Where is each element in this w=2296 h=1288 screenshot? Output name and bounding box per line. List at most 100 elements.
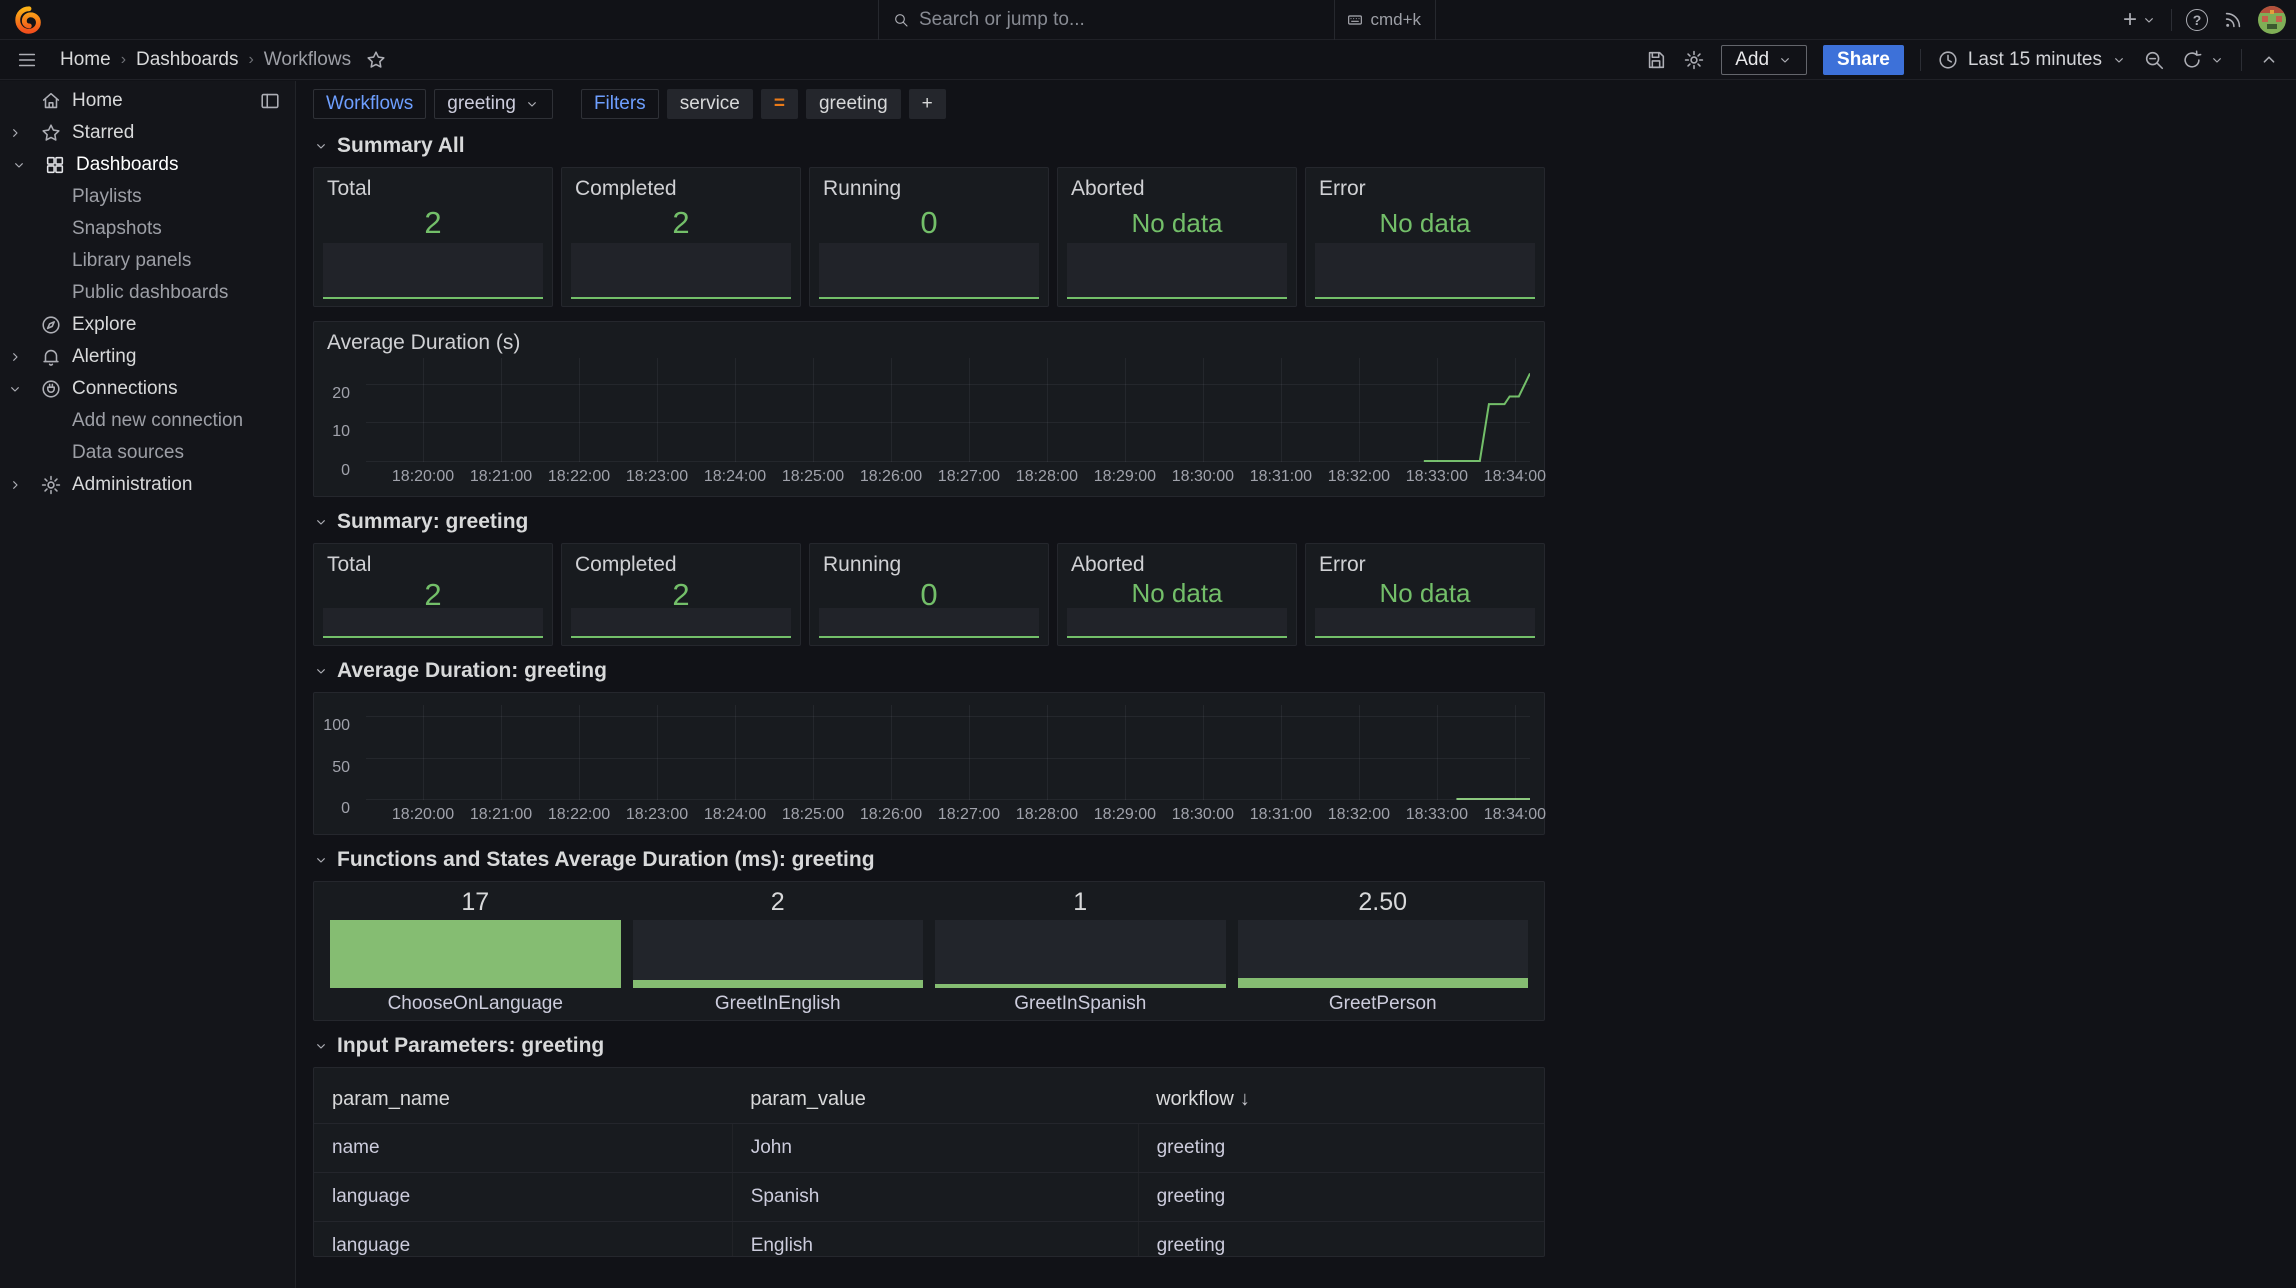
- column-header-param-name[interactable]: param_name: [314, 1076, 733, 1124]
- bar-fill: [330, 920, 621, 988]
- section-summary-all[interactable]: Summary All: [313, 133, 1545, 159]
- x-tick-label: 18:23:00: [625, 806, 689, 823]
- panel-title[interactable]: Total: [327, 177, 539, 201]
- chevron-up-icon[interactable]: [2258, 49, 2280, 71]
- gridline-vertical: [1046, 358, 1048, 462]
- divider: [2171, 9, 2172, 31]
- x-tick-label: 18:28:00: [1015, 468, 1079, 485]
- refresh-button[interactable]: [2181, 49, 2225, 71]
- column-header-param-value[interactable]: param_value: [732, 1076, 1139, 1124]
- section-summary-greeting[interactable]: Summary: greeting: [313, 509, 1545, 535]
- breadcrumb-home[interactable]: Home: [60, 49, 111, 71]
- breadcrumb-dashboards[interactable]: Dashboards: [136, 49, 238, 71]
- cell-param-name: name: [314, 1123, 733, 1173]
- gridline-vertical: [1046, 705, 1048, 800]
- sparkline: [1067, 243, 1287, 299]
- filter-value-chip[interactable]: greeting: [805, 89, 901, 119]
- grafana-logo[interactable]: [14, 5, 44, 35]
- sidebar-item-home[interactable]: Home: [0, 85, 295, 117]
- section-input-parameters[interactable]: Input Parameters: greeting: [313, 1033, 1545, 1059]
- bar-column: 2.50 GreetPerson: [1237, 888, 1528, 1014]
- table-row: name John greeting: [314, 1123, 1544, 1173]
- sparkline: [819, 608, 1039, 638]
- share-button[interactable]: Share: [1823, 45, 1904, 75]
- panel-title[interactable]: Completed: [575, 553, 787, 577]
- panel-title[interactable]: Running: [823, 553, 1035, 577]
- sidebar-item-label: Alerting: [72, 346, 137, 367]
- sidebar-item-explore[interactable]: Explore: [0, 309, 295, 341]
- x-tick-label: 18:24:00: [703, 806, 767, 823]
- section-functions-states[interactable]: Functions and States Average Duration (m…: [313, 847, 1545, 873]
- star-icon[interactable]: [365, 49, 387, 71]
- panel-title[interactable]: Error: [1319, 177, 1531, 201]
- panel-title[interactable]: Error: [1319, 553, 1531, 577]
- avatar[interactable]: [2258, 6, 2286, 34]
- add-filter-button[interactable]: +: [908, 89, 946, 119]
- sidebar-item-dashboards[interactable]: Dashboards: [0, 149, 295, 181]
- bar-fill: [935, 984, 1226, 988]
- clock-icon: [1939, 51, 1957, 69]
- filter-operator-chip[interactable]: =: [760, 89, 798, 119]
- plot-area: [366, 358, 1530, 462]
- panel-title[interactable]: Average Duration (s): [314, 322, 1544, 355]
- panel-title[interactable]: Running: [823, 177, 1035, 201]
- sidebar-item-data-sources[interactable]: Data sources: [0, 437, 295, 469]
- save-icon[interactable]: [1645, 49, 1667, 71]
- sidebar-item-library-panels[interactable]: Library panels: [0, 245, 295, 277]
- x-tick-label: 18:23:00: [625, 468, 689, 485]
- chevron-down-icon: [317, 669, 325, 674]
- search-input[interactable]: [919, 9, 1325, 31]
- sidebar-item-administration[interactable]: Administration: [0, 469, 295, 501]
- plus-icon: +: [2122, 6, 2137, 33]
- line-series: [366, 705, 1530, 800]
- sidebar-item-starred[interactable]: Starred: [0, 117, 295, 149]
- chevron-down-icon: [15, 163, 23, 168]
- x-tick-label: 18:20:00: [391, 468, 455, 485]
- zoom-out-icon[interactable]: [2143, 49, 2165, 71]
- y-tick-label: 100: [323, 717, 350, 735]
- workflows-variable-select[interactable]: greeting: [434, 89, 553, 119]
- panel-title[interactable]: Total: [327, 553, 539, 577]
- bar-track: [632, 920, 923, 988]
- time-range-label: Last 15 minutes: [1967, 49, 2102, 70]
- x-tick-label: 18:31:00: [1249, 468, 1313, 485]
- gridline-vertical: [423, 705, 425, 800]
- sidebar-item-connections[interactable]: Connections: [0, 373, 295, 405]
- sidebar-item-playlists[interactable]: Playlists: [0, 181, 295, 213]
- menu-icon[interactable]: [16, 49, 38, 71]
- stat-panel-total: Total 2: [313, 543, 553, 646]
- sidebar-item-alerting[interactable]: Alerting: [0, 341, 295, 373]
- sidebar-item-snapshots[interactable]: Snapshots: [0, 213, 295, 245]
- sidebar-item-add-new-connection[interactable]: Add new connection: [0, 405, 295, 437]
- bar-label: GreetInSpanish: [1014, 993, 1147, 1014]
- gridline-vertical: [734, 358, 736, 462]
- gridline-vertical: [1202, 358, 1204, 462]
- cell-workflow: greeting: [1138, 1123, 1544, 1173]
- gridline-vertical: [657, 358, 658, 462]
- sidebar-item-public-dashboards[interactable]: Public dashboards: [0, 277, 295, 309]
- settings-gear-icon[interactable]: [1683, 49, 1705, 71]
- chevron-right-icon: [13, 353, 18, 361]
- section-average-duration-greeting[interactable]: Average Duration: greeting: [313, 658, 1545, 684]
- panel-title[interactable]: Aborted: [1071, 553, 1283, 577]
- help-icon[interactable]: ?: [2186, 9, 2208, 31]
- x-axis: 18:20:00 18:21:00 18:22:00 18:23:00 18:24:00…: [366, 468, 1546, 490]
- x-tick-label: 18:25:00: [781, 806, 845, 823]
- add-button[interactable]: Add: [1721, 45, 1808, 75]
- variables-row: Workflows greeting Filters service = gre…: [313, 89, 1545, 119]
- filter-key-chip[interactable]: service: [666, 89, 753, 119]
- bar-column: 17 ChooseOnLanguage: [330, 888, 621, 1014]
- panel-title[interactable]: Aborted: [1071, 177, 1283, 201]
- variable-value: greeting: [447, 93, 516, 114]
- column-header-workflow[interactable]: workflow ↓: [1138, 1076, 1544, 1124]
- stat-panel-total: Total 2: [313, 167, 553, 307]
- chevron-down-icon: [2115, 58, 2123, 63]
- dock-sidebar-icon[interactable]: [259, 90, 281, 112]
- panel-title[interactable]: Completed: [575, 177, 787, 201]
- new-menu-button[interactable]: +: [2123, 8, 2157, 32]
- news-icon[interactable]: [2222, 9, 2244, 31]
- search-bar[interactable]: cmd+k: [878, 0, 1436, 40]
- gridline-vertical: [1280, 705, 1282, 800]
- time-range-picker[interactable]: Last 15 minutes: [1937, 49, 2127, 71]
- filters-label-box: Filters: [580, 89, 659, 119]
